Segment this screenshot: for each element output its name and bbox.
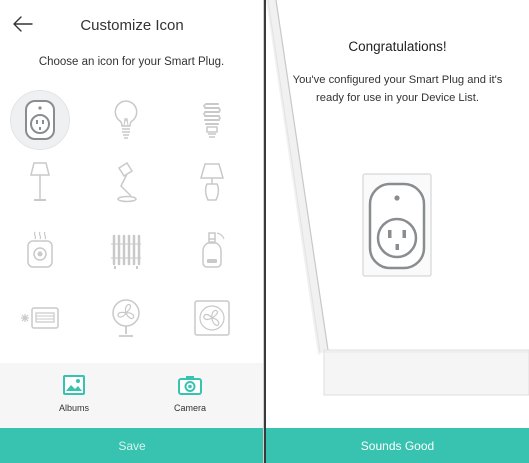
icon-option-table-lamp[interactable]: [182, 152, 242, 212]
albums-icon: [63, 375, 85, 395]
camera-label: Camera: [173, 403, 206, 413]
exhaust-fan-icon: [194, 300, 230, 336]
image-source-bar: Albums Camera: [0, 363, 263, 428]
header: Customize Icon: [0, 0, 263, 48]
customize-icon-screen: Customize Icon Choose an icon for your S…: [0, 0, 264, 463]
light-bulb-icon: [114, 100, 138, 139]
page-subtitle: Choose an icon for your Smart Plug.: [38, 56, 225, 68]
icon-option-row5-1[interactable]: [10, 346, 70, 363]
cfl-bulb-icon: [203, 103, 221, 138]
page-title: Customize Icon: [80, 17, 184, 34]
icon-option-kettle[interactable]: [10, 220, 70, 280]
wall-outlet-illustration: [266, 0, 529, 396]
table-lamp-icon: [200, 163, 224, 201]
smart-plug-icon: [25, 100, 55, 140]
icon-option-row5-2[interactable]: [96, 346, 156, 363]
icon-option-humidifier[interactable]: [182, 220, 242, 280]
kettle-icon: [27, 231, 53, 268]
camera-button[interactable]: Camera: [155, 375, 225, 413]
icon-option-light-bulb[interactable]: [96, 90, 156, 150]
fan-icon: [112, 299, 140, 337]
icon-option-smart-plug[interactable]: [10, 90, 70, 150]
congrats-message-line2: ready for use in your Device List.: [316, 92, 479, 104]
congrats-message: You've configured your Smart Plug and it…: [280, 71, 515, 107]
camera-icon: [178, 376, 202, 395]
air-conditioner-icon: [21, 307, 59, 329]
humidifier-icon: [202, 232, 225, 268]
icon-option-radiator-heater[interactable]: [96, 220, 156, 280]
icon-option-floor-lamp[interactable]: [10, 152, 70, 212]
icon-grid: [0, 88, 263, 363]
icon-option-cfl-bulb[interactable]: [182, 90, 242, 150]
icon-option-fan[interactable]: [96, 288, 156, 348]
desk-lamp-icon: [117, 161, 137, 203]
albums-button[interactable]: Albums: [39, 375, 109, 413]
icon-option-air-conditioner[interactable]: [10, 288, 70, 348]
icon-option-exhaust-fan[interactable]: [182, 288, 242, 348]
sounds-good-button[interactable]: Sounds Good: [266, 428, 529, 463]
albums-label: Albums: [58, 403, 89, 413]
congrats-title: Congratulations!: [348, 39, 447, 54]
save-button[interactable]: Save: [0, 428, 263, 463]
congrats-message-line1: You've configured your Smart Plug and it…: [292, 74, 503, 86]
icon-option-row5-3[interactable]: [182, 346, 242, 363]
radiator-heater-icon: [111, 234, 141, 269]
congratulations-screen: Congratulations! You've configured your …: [266, 0, 529, 463]
floor-lamp-icon: [30, 162, 50, 201]
icon-option-desk-lamp[interactable]: [96, 152, 156, 212]
